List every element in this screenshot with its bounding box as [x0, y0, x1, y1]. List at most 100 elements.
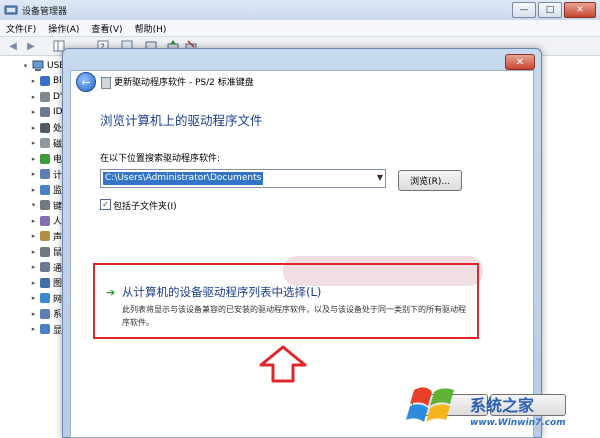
green-arrow-icon: ➔ — [106, 286, 116, 299]
chevron-down-icon[interactable]: ▼ — [377, 173, 383, 182]
tree-item[interactable]: ▸ 监 — [30, 183, 62, 197]
pick-from-list-description: 此列表将显示与该设备兼容的已安装的驱动程序软件，以及与该设备处于同一类别下的所有… — [122, 305, 466, 327]
watermark-url: www.Winwin7.com — [470, 418, 566, 428]
browse-button[interactable]: 浏览(R)... — [398, 170, 462, 191]
tree-item[interactable]: ▸ 处 — [30, 121, 62, 135]
tree-item-label: 通 — [53, 263, 63, 274]
back-button[interactable]: ← — [76, 72, 96, 92]
ide-controller-icon — [40, 107, 50, 117]
page-heading: 浏览计算机上的驱动程序文件 — [100, 113, 263, 128]
menu-action[interactable]: 操作(A) — [42, 22, 85, 35]
maximize-button[interactable]: □ — [538, 2, 562, 18]
driver-path-combobox[interactable]: C:\Users\Administrator\Documents ▼ — [100, 169, 386, 188]
red-up-arrow-icon — [259, 345, 307, 383]
expand-icon[interactable]: ▸ — [30, 124, 37, 132]
expand-icon[interactable]: ▸ — [30, 139, 37, 147]
processor-icon — [40, 122, 50, 133]
menu-file[interactable]: 文件(F) — [0, 22, 42, 35]
tree-item-label: 键 — [53, 201, 63, 212]
computer-icon — [32, 60, 44, 71]
display-adapter-icon — [40, 324, 50, 334]
tree-item-label: 系 — [53, 310, 63, 320]
collapse-icon[interactable]: ▾ — [30, 201, 37, 209]
battery-icon — [40, 153, 50, 164]
expand-icon[interactable]: ▸ — [30, 248, 37, 256]
expand-icon[interactable]: ▸ — [30, 279, 37, 287]
pick-from-list-link[interactable]: 从计算机的设备驱动程序列表中选择(L) — [122, 284, 321, 300]
bluetooth-icon — [40, 76, 50, 86]
tree-item[interactable]: ▸ 电 — [30, 152, 62, 166]
windows-logo-icon — [406, 387, 454, 422]
expand-icon[interactable]: ▸ — [30, 170, 37, 178]
dialog-title: 更新驱动程序软件 - PS/2 标准键盘 — [114, 78, 254, 88]
tree-item[interactable]: ▸ 系 — [30, 307, 62, 321]
expand-icon[interactable]: ▸ — [30, 93, 37, 101]
tree-item-label: 监 — [53, 186, 63, 196]
tree-item[interactable]: ▸ 磁 — [30, 136, 62, 150]
expand-icon[interactable]: ▸ — [30, 155, 37, 163]
forward-arrow-icon[interactable]: ▶ — [24, 39, 38, 53]
tree-item[interactable]: ▸ Bl — [30, 74, 62, 88]
tree-item[interactable]: ▸ 显 — [30, 322, 62, 336]
tree-item[interactable]: ▸ 声 — [30, 229, 62, 243]
expand-icon[interactable]: ▸ — [30, 108, 37, 116]
expand-icon[interactable]: ▸ — [30, 186, 37, 194]
driver-path-value: C:\Users\Administrator\Documents — [103, 172, 264, 185]
title-bar: 设备管理器 — [0, 0, 600, 21]
expand-icon[interactable]: ▸ — [30, 310, 37, 318]
tree-item-label: 声 — [53, 232, 63, 243]
network-icon — [40, 293, 50, 303]
tree-item-label: 计 — [53, 170, 63, 181]
tree-item-label: 处 — [53, 124, 63, 134]
expand-icon[interactable]: ▸ — [30, 77, 37, 85]
usb-icon — [40, 262, 50, 272]
menu-view[interactable]: 查看(V) — [85, 22, 128, 35]
tree-item-label: 显 — [53, 325, 63, 336]
tree-item[interactable]: ▸ 通 — [30, 260, 62, 274]
tree-item-label: Bl — [53, 76, 62, 86]
minimize-button[interactable]: — — [512, 2, 536, 18]
computer-icon — [40, 169, 50, 179]
search-location-label: 在以下位置搜索驱动程序软件: — [100, 154, 221, 164]
menu-help[interactable]: 帮助(H) — [129, 22, 173, 35]
system-icon — [40, 308, 50, 319]
tree-item[interactable]: ▾ 键 — [30, 198, 62, 212]
keyboard-icon — [40, 200, 50, 210]
tree-item[interactable]: ▸ ID — [30, 105, 63, 119]
disk-drive-icon — [40, 91, 50, 102]
tree-item-label: 网 — [53, 294, 63, 305]
tree-item[interactable]: ▸ 网 — [30, 291, 62, 305]
monitor-icon — [40, 184, 50, 195]
window-title: 设备管理器 — [22, 7, 68, 17]
expand-icon[interactable]: ▸ — [30, 294, 37, 302]
tree-item[interactable]: ▸ 计 — [30, 167, 62, 181]
expand-icon[interactable]: ▸ — [30, 263, 37, 271]
watermark-brand: 系统之家 — [470, 396, 535, 415]
tree-item[interactable]: ▸ 图 — [30, 276, 62, 290]
collapse-icon[interactable]: ▾ — [22, 62, 29, 70]
expand-icon[interactable]: ▸ — [30, 325, 37, 333]
disk-icon — [40, 138, 50, 148]
tree-item-label: 图 — [53, 279, 63, 289]
tree-item[interactable]: ▸ 鼠 — [30, 245, 62, 259]
imaging-icon — [40, 277, 50, 288]
close-button[interactable]: ✕ — [564, 2, 596, 18]
tree-item[interactable]: ▸ 人 — [30, 214, 62, 228]
expand-icon[interactable]: ▸ — [30, 232, 37, 240]
window-controls: — □ ✕ — [512, 2, 596, 18]
dialog-close-button[interactable]: ✕ — [505, 54, 535, 70]
hid-icon — [40, 215, 50, 226]
expand-icon[interactable]: ▸ — [30, 217, 37, 225]
keyboard-device-icon — [101, 77, 111, 89]
tree-item-label: 人 — [53, 217, 63, 227]
device-manager-icon — [4, 5, 18, 15]
include-subfolders-checkbox[interactable]: ✓ — [100, 199, 111, 210]
back-arrow-icon[interactable]: ◀ — [6, 39, 20, 53]
sound-icon — [40, 231, 50, 241]
mouse-icon — [40, 246, 50, 257]
menu-bar: 文件(F) 操作(A) 查看(V) 帮助(H) — [0, 20, 600, 37]
tree-item[interactable]: ▸ D' — [30, 90, 62, 104]
tree-item-label: 磁 — [53, 139, 63, 150]
tree-item-label: 鼠 — [53, 248, 63, 258]
tree-item-label: 电 — [53, 155, 63, 165]
